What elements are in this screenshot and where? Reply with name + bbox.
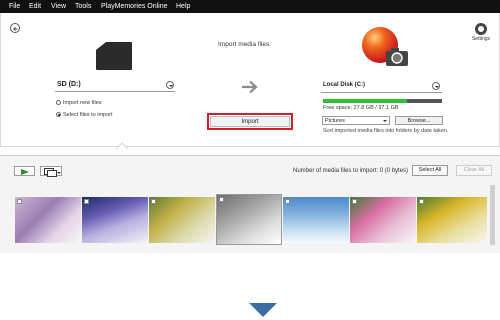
thumbnail-strip bbox=[15, 194, 487, 245]
wrench-icon bbox=[475, 23, 487, 35]
menu-bar: File Edit View Tools PlayMemories Online… bbox=[0, 0, 500, 13]
sort-note: Sort imported media files into folders b… bbox=[323, 128, 449, 134]
thumbnail-yellow-fruit[interactable] bbox=[149, 197, 215, 243]
clear-all-button[interactable]: Clear All bbox=[456, 165, 492, 176]
source-drive-select[interactable]: SD (D:) bbox=[55, 79, 175, 92]
page-title: Import media files. bbox=[218, 41, 272, 48]
play-button[interactable] bbox=[14, 166, 35, 176]
thumbnail-checkbox[interactable] bbox=[352, 199, 357, 204]
thumbnail-checkbox[interactable] bbox=[285, 199, 290, 204]
radio-select-files[interactable]: Select files to import bbox=[56, 112, 113, 118]
chevron-down-icon[interactable] bbox=[432, 82, 440, 90]
radio-label: Select files to import bbox=[63, 112, 113, 118]
vertical-scrollbar[interactable] bbox=[490, 185, 495, 245]
folder-select[interactable]: Pictures bbox=[322, 116, 390, 125]
radio-selected-icon[interactable] bbox=[56, 112, 61, 118]
menu-view[interactable]: View bbox=[51, 2, 66, 11]
back-button[interactable] bbox=[10, 23, 20, 33]
thumbnail-city-lights[interactable] bbox=[82, 197, 148, 243]
radio-icon[interactable] bbox=[56, 100, 61, 106]
menu-edit[interactable]: Edit bbox=[29, 2, 41, 11]
import-button-label: Import bbox=[210, 116, 290, 127]
thumbnail-sunflowers[interactable] bbox=[417, 197, 487, 243]
thumbnail-checkbox[interactable] bbox=[151, 199, 156, 204]
thumbnail-cat[interactable] bbox=[216, 194, 282, 245]
thumbnail-checkbox[interactable] bbox=[219, 197, 224, 202]
free-space-text: Free space: 27.8 GB / 97.1 GB bbox=[323, 105, 399, 111]
import-button[interactable]: Import bbox=[207, 113, 293, 130]
browse-button[interactable]: Browse... bbox=[395, 116, 443, 125]
panel-notch-icon bbox=[116, 142, 128, 149]
down-arrow-icon bbox=[249, 303, 277, 317]
destination-drive-select[interactable]: Local Disk (C:) bbox=[321, 80, 442, 93]
chevron-down-icon[interactable] bbox=[166, 81, 174, 89]
menu-playmemories-online[interactable]: PlayMemories Online bbox=[101, 2, 168, 11]
destination-drive-value: Local Disk (C:) bbox=[323, 82, 366, 88]
thumbnail-checkbox[interactable] bbox=[84, 199, 89, 204]
playmemories-logo-icon bbox=[362, 27, 408, 66]
view-square-icon bbox=[47, 170, 57, 177]
right-arrow-icon bbox=[242, 80, 258, 94]
menu-help[interactable]: Help bbox=[176, 2, 190, 11]
select-all-button[interactable]: Select All bbox=[412, 165, 448, 176]
thumbnail-purple-flowers[interactable] bbox=[15, 197, 81, 243]
source-drive-value: SD (D:) bbox=[57, 81, 81, 88]
menu-tools[interactable]: Tools bbox=[75, 2, 91, 11]
thumbnail-checkbox[interactable] bbox=[419, 199, 424, 204]
import-count-text: Number of media files to import: 0 (0 by… bbox=[293, 168, 409, 174]
folder-select-value: Pictures bbox=[325, 118, 345, 124]
thumbnail-sky-ocean[interactable] bbox=[283, 197, 349, 243]
settings-button[interactable]: Settings bbox=[468, 23, 494, 42]
sd-card-icon bbox=[96, 42, 132, 70]
settings-label: Settings bbox=[471, 36, 491, 42]
menu-file[interactable]: File bbox=[9, 2, 20, 11]
back-arrow-icon bbox=[13, 26, 18, 32]
disk-space-bar bbox=[323, 99, 442, 103]
disk-space-fill bbox=[323, 99, 408, 103]
radio-label: Import new files bbox=[63, 100, 102, 106]
caret-down-icon bbox=[383, 120, 387, 122]
caret-down-icon bbox=[57, 172, 61, 174]
radio-import-new[interactable]: Import new files bbox=[56, 100, 102, 106]
thumbnail-flower-bouquet[interactable] bbox=[350, 197, 416, 243]
view-mode-button[interactable] bbox=[40, 166, 62, 177]
thumbnail-checkbox[interactable] bbox=[17, 199, 22, 204]
